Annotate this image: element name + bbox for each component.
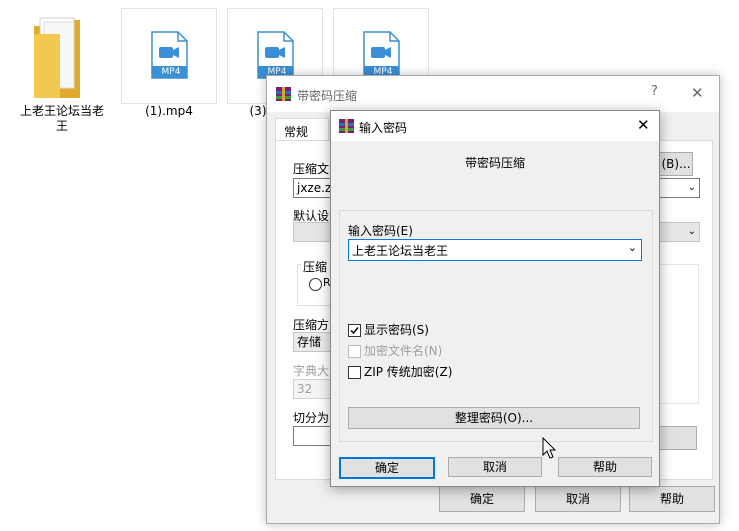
close-icon[interactable]: ✕ (637, 116, 650, 134)
password-dialog-titlebar[interactable]: 输入密码 ✕ (331, 111, 659, 141)
dict-size-label: 字典大 (293, 364, 330, 378)
archive-help-button[interactable]: 帮助 (629, 486, 715, 512)
show-password-checkbox[interactable] (348, 324, 361, 337)
split-side-button[interactable] (659, 426, 697, 450)
archive-name-label: 压缩文 (293, 162, 330, 176)
format-label: 压缩 (301, 258, 330, 275)
organize-passwords-button[interactable]: 整理密码(O)... (348, 407, 640, 429)
archive-ok-button[interactable]: 确定 (439, 486, 525, 512)
winrar-icon (276, 87, 291, 101)
password-help-button[interactable]: 帮助 (558, 457, 652, 477)
show-password-label: 显示密码(S) (364, 323, 429, 337)
close-icon[interactable]: ✕ (691, 84, 704, 102)
format-radio[interactable] (309, 278, 322, 291)
password-dialog: 输入密码 ✕ 带密码压缩 输入密码(E) 上老王论坛当老王 ⌄ 显示密码(S) … (330, 110, 660, 487)
file-name-2: (3) (249, 104, 267, 118)
checkmark-icon (350, 327, 359, 335)
encrypt-filenames-label: 加密文件名(N) (364, 344, 443, 358)
chevron-down-icon: ⌄ (687, 226, 696, 237)
password-dialog-title: 输入密码 (359, 121, 408, 135)
archive-dialog-title: 带密码压缩 (297, 89, 358, 103)
split-input[interactable] (293, 426, 332, 446)
right-options-panel (659, 264, 699, 404)
file-tile-1[interactable]: MP4 (121, 8, 217, 104)
folder-name: 上老王论坛当老王 (19, 104, 104, 133)
password-dialog-header: 带密码压缩 (464, 156, 525, 170)
mp4-badge: MP4 (161, 67, 181, 77)
zip-legacy-label: ZIP 传统加密(Z) (364, 365, 453, 379)
password-label: 输入密码(E) (348, 224, 413, 238)
profile-combo-right[interactable]: ⌄ (659, 222, 700, 242)
password-ok-button[interactable]: 确定 (339, 457, 435, 479)
file-name-1: (1).mp4 (145, 104, 193, 118)
archive-dialog-titlebar[interactable]: 带密码压缩 ? ✕ (267, 76, 719, 112)
tab-general-label: 常规 (284, 125, 309, 139)
password-cancel-button[interactable]: 取消 (448, 457, 542, 477)
encrypt-filenames-checkbox[interactable] (348, 345, 361, 358)
password-input[interactable]: 上老王论坛当老王 (352, 242, 448, 259)
dict-size-combo[interactable]: 32 (293, 379, 332, 399)
password-combo[interactable]: 上老王论坛当老王 ⌄ (348, 239, 642, 261)
winrar-icon (339, 119, 354, 133)
archive-path-combo[interactable]: ⌄ (659, 178, 700, 198)
split-label: 切分为 (293, 411, 330, 425)
chevron-down-icon: ⌄ (687, 182, 696, 193)
mouse-cursor-icon (542, 437, 557, 459)
tab-general[interactable]: 常规 (275, 118, 329, 141)
help-icon[interactable]: ? (651, 84, 658, 99)
browse-button[interactable]: (B)... (659, 152, 693, 176)
archive-cancel-button[interactable]: 取消 (535, 486, 621, 512)
chevron-down-icon[interactable]: ⌄ (628, 241, 637, 254)
method-combo[interactable]: 存储 (293, 332, 332, 352)
profile-combo-left[interactable] (293, 222, 332, 242)
method-label: 压缩方 (293, 318, 330, 332)
zip-legacy-checkbox[interactable] (348, 366, 361, 379)
folder-icon[interactable] (30, 14, 86, 98)
